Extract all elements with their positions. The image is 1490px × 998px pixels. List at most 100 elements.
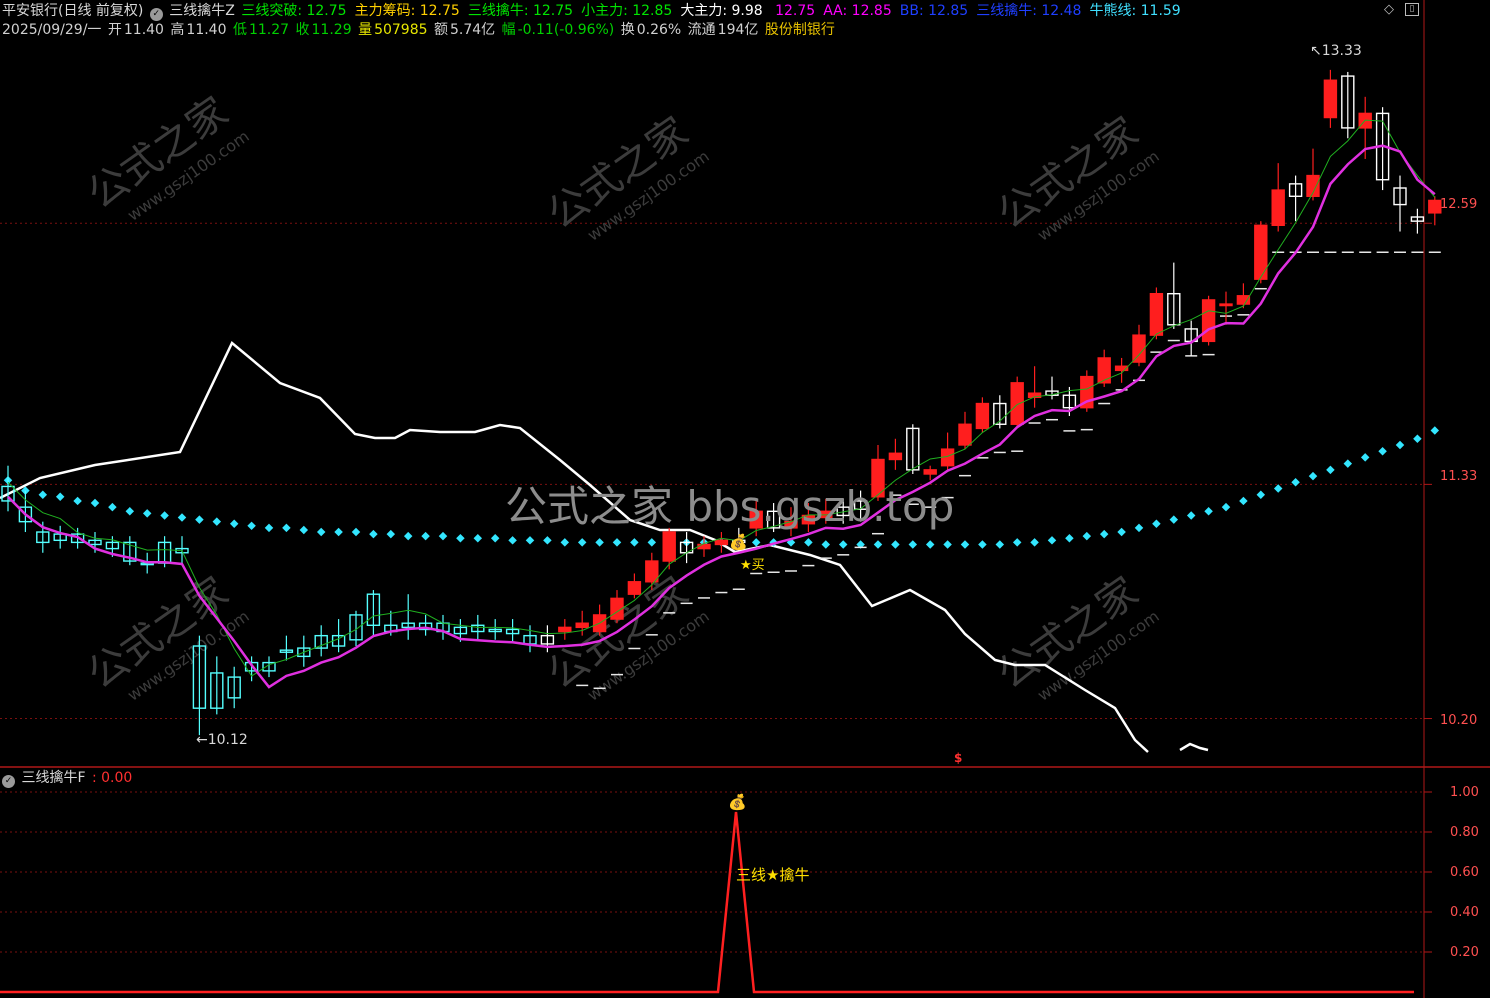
- lower-axis-label: 0.60: [1450, 865, 1479, 880]
- bull-bear-dot: [560, 538, 570, 547]
- white-indicator-line-tail: [1179, 742, 1209, 752]
- bull-bear-dot: [751, 538, 761, 547]
- bull-bear-dot: [1413, 434, 1422, 444]
- high-annotation: ↖13.33: [1310, 43, 1362, 59]
- bull-bear-dot: [1065, 534, 1074, 543]
- bull-bear-dot: [438, 531, 448, 541]
- price-axis-label: 10.20: [1440, 713, 1478, 728]
- low-annotation: ←10.12: [196, 732, 248, 748]
- bull-bear-dot: [177, 513, 187, 522]
- candle-body: [1201, 299, 1216, 343]
- bull-bear-dot: [1134, 523, 1144, 533]
- bull-bear-dot: [1343, 459, 1353, 468]
- bull-bear-dot: [1360, 453, 1370, 462]
- candle-body: [1271, 189, 1285, 227]
- bull-bear-dot: [821, 540, 831, 549]
- lower-indicator-value: : 0.00: [91, 770, 133, 786]
- bull-bear-dot: [282, 523, 291, 533]
- candle-body: [958, 423, 972, 446]
- lower-axis-label: 0.20: [1450, 945, 1479, 960]
- lower-axis-label: 1.00: [1450, 785, 1479, 800]
- bull-bear-dot: [1378, 446, 1387, 456]
- bull-bear-dot: [1326, 465, 1335, 475]
- bull-bear-dot: [978, 540, 987, 549]
- lower-indicator-name[interactable]: 三线擒牛F: [21, 770, 85, 786]
- bull-bear-dot: [421, 531, 430, 541]
- bull-bear-dot: [1012, 538, 1022, 547]
- bull-bear-dot: [299, 525, 309, 535]
- bull-bear-dot: [351, 527, 361, 537]
- candle-body: [888, 452, 903, 461]
- bull-bear-dot: [804, 538, 813, 547]
- candle-body: [1149, 292, 1164, 336]
- dollar-marker-icon: $: [954, 751, 963, 765]
- bull-bear-dot: [212, 517, 222, 526]
- bull-bear-dot: [543, 536, 552, 545]
- bull-bear-dot: [316, 527, 326, 537]
- bull-bear-dot: [838, 540, 848, 549]
- bull-bear-dot: [960, 540, 970, 549]
- bull-bear-dot: [73, 496, 82, 506]
- candle-body: [627, 581, 642, 595]
- center-watermark: 公式之家 bbs.gszb.top: [505, 482, 955, 531]
- buy-signal: ★买: [740, 558, 765, 573]
- signal-label: 三线★擒牛: [736, 866, 810, 884]
- bull-bear-dot: [490, 534, 500, 543]
- bull-bear-dot: [38, 490, 48, 499]
- money-bag-icon: 💰: [728, 793, 747, 811]
- lower-toggle-icon[interactable]: ✓: [2, 775, 15, 788]
- bull-bear-dot: [1204, 507, 1213, 516]
- bull-bear-dot: [108, 502, 117, 512]
- candle-body: [645, 560, 659, 583]
- bull-bear-dot: [1030, 538, 1039, 547]
- bull-bear-dot: [90, 498, 100, 508]
- candle-body: [1428, 199, 1442, 214]
- lower-panel-chart: [0, 811, 1414, 994]
- candle-body: [575, 622, 589, 629]
- bull-bear-dot: [1273, 484, 1283, 493]
- bull-bear-dot: [595, 538, 604, 547]
- candle-body: [1323, 79, 1338, 119]
- signal-line: [0, 811, 1414, 994]
- lower-panel-header: ✓ 三线擒牛F : 0.00: [2, 768, 136, 788]
- bull-bear-dot: [1291, 478, 1300, 487]
- candle-body: [662, 531, 676, 562]
- candle-body: [1219, 303, 1233, 307]
- bull-bear-dot: [1152, 519, 1161, 528]
- bull-bear-dot: [995, 540, 1005, 549]
- bull-bear-dot: [334, 527, 343, 537]
- bull-bear-dot: [612, 538, 622, 547]
- bull-bear-dot: [1099, 529, 1109, 539]
- bull-bear-dot: [195, 515, 204, 524]
- bull-bear-dot: [908, 540, 918, 549]
- candle-body: [1132, 334, 1146, 363]
- money-bag-icon: 💰: [729, 533, 748, 551]
- bull-bear-dot: [125, 507, 135, 516]
- bull-bear-dot: [247, 521, 256, 531]
- bull-bear-dot: [1221, 502, 1231, 512]
- bull-bear-dot: [891, 540, 900, 549]
- bull-bear-dot: [1239, 496, 1248, 506]
- candle-body: [714, 539, 729, 546]
- bull-bear-dot: [1308, 471, 1318, 481]
- bull-bear-dot: [943, 540, 952, 549]
- bull-bear-dot: [160, 511, 169, 520]
- bull-bear-dot: [577, 538, 587, 547]
- bull-bear-dot: [403, 531, 413, 541]
- bull-bear-dot: [925, 540, 935, 549]
- bull-bear-dot: [1047, 536, 1057, 545]
- lower-axis-label: 0.80: [1450, 825, 1479, 840]
- bull-bear-dot: [229, 519, 239, 528]
- bull-bear-dot: [1256, 490, 1266, 499]
- price-axis-label: 12.59: [1440, 197, 1478, 212]
- candle-body: [558, 626, 572, 633]
- candle-body: [697, 543, 711, 550]
- lower-axis-label: 0.40: [1450, 905, 1479, 920]
- bull-bear-dot: [473, 534, 483, 543]
- bull-bear-dot: [1082, 531, 1092, 541]
- candle-body: [1097, 357, 1111, 384]
- price-axis-label: 11.33: [1440, 469, 1478, 484]
- candle-body: [1010, 382, 1024, 425]
- bull-bear-dot: [1169, 515, 1179, 524]
- bull-bear-dot: [55, 492, 65, 502]
